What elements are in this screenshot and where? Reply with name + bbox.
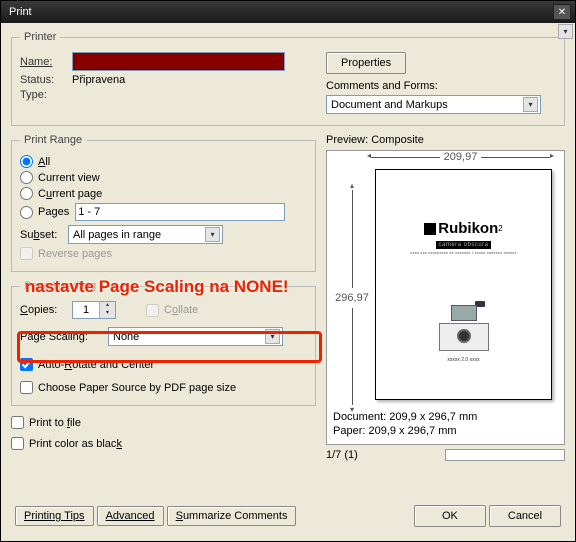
bottom-bar: Printing Tips Advanced Summarize Comment… bbox=[11, 499, 565, 533]
collate-check bbox=[146, 304, 159, 317]
printer-name-select[interactable]: ▾ bbox=[72, 52, 285, 71]
left-ruler: ▴ 296,97 ▾ bbox=[335, 181, 369, 414]
chevron-down-icon[interactable]: ▾ bbox=[558, 24, 573, 39]
copies-spinner[interactable]: ▴▾ bbox=[72, 301, 116, 319]
camera-illustration bbox=[439, 305, 489, 351]
paper-source-label: Choose Paper Source by PDF page size bbox=[38, 382, 236, 394]
brand-name: Rubikon bbox=[438, 220, 498, 237]
copies-input[interactable] bbox=[73, 302, 99, 318]
reverse-check bbox=[20, 247, 33, 260]
chevron-down-icon[interactable]: ▾ bbox=[523, 97, 538, 112]
printing-tips-button[interactable]: Printing Tips bbox=[15, 506, 94, 526]
print-to-file-label: Print to file bbox=[29, 417, 81, 429]
window-title: Print bbox=[5, 6, 553, 18]
print-black-label: Print color as black bbox=[29, 438, 122, 450]
preview-height: 296,97 bbox=[335, 288, 369, 308]
type-label: Type: bbox=[20, 89, 72, 101]
properties-button[interactable]: Properties bbox=[326, 52, 406, 74]
brand: Rubikon 2 camera obscura xxxx xxx xxxxxx… bbox=[410, 220, 516, 255]
page-counter: 1/7 (1) bbox=[326, 449, 358, 461]
summarize-button[interactable]: Summarize Comments bbox=[167, 506, 297, 526]
doc-info: Document: 209,9 x 296,7 mm bbox=[333, 410, 558, 424]
copies-label: Copies: bbox=[20, 304, 72, 316]
preview-box: ◂ 209,97 ▸ ▴ 296,97 ▾ bbox=[326, 150, 565, 445]
pages-label: Pages bbox=[38, 206, 69, 218]
preview-page: Rubikon 2 camera obscura xxxx xxx xxxxxx… bbox=[375, 169, 552, 400]
print-range-group: Print Range All Current view Current pag… bbox=[11, 134, 316, 272]
preview-label: Preview: Composite bbox=[326, 134, 565, 146]
chevron-up-icon[interactable]: ▴ bbox=[99, 302, 115, 310]
pages-input[interactable] bbox=[75, 203, 285, 221]
cancel-button[interactable]: Cancel bbox=[489, 505, 561, 527]
current-view-label: Current view bbox=[38, 172, 100, 184]
advanced-button[interactable]: Advanced bbox=[97, 506, 164, 526]
current-page-label: Current page bbox=[38, 188, 102, 200]
instruction-overlay: nastavte Page Scaling na NONE! bbox=[25, 277, 289, 297]
printer-legend: Printer bbox=[20, 31, 60, 43]
comments-select[interactable]: Document and Markups ▾ bbox=[326, 95, 541, 114]
radio-current-page[interactable] bbox=[20, 187, 33, 200]
chevron-down-icon[interactable]: ▾ bbox=[205, 227, 220, 242]
paper-source-check[interactable] bbox=[20, 381, 33, 394]
reverse-label: Reverse pages bbox=[38, 248, 112, 260]
radio-pages[interactable] bbox=[20, 206, 33, 219]
paper-info: Paper: 209,9 x 296,7 mm bbox=[333, 424, 558, 438]
titlebar[interactable]: Print ✕ bbox=[1, 1, 575, 23]
ok-button[interactable]: OK bbox=[414, 505, 486, 527]
print-dialog: Print ✕ nastavte Page Scaling na NONE! P… bbox=[0, 0, 576, 542]
page-slider[interactable] bbox=[445, 449, 565, 461]
cam-label: xxxxx 2.0 xxxx bbox=[447, 357, 479, 363]
comments-value: Document and Markups bbox=[331, 99, 448, 111]
range-legend: Print Range bbox=[20, 134, 86, 146]
status-value: Připravena bbox=[72, 74, 125, 86]
printer-group: Printer Name: ▾ Status: Připravena Type: bbox=[11, 31, 565, 126]
collate-label: Collate bbox=[164, 304, 198, 316]
comments-label: Comments and Forms: bbox=[326, 80, 438, 92]
all-label: All bbox=[38, 156, 50, 168]
logo-square-icon bbox=[424, 223, 436, 235]
highlight-box bbox=[17, 331, 322, 363]
subset-value: All pages in range bbox=[73, 229, 161, 241]
radio-current-view[interactable] bbox=[20, 171, 33, 184]
preview-width: 209,97 bbox=[440, 151, 482, 163]
dialog-body: nastavte Page Scaling na NONE! Printer N… bbox=[1, 23, 575, 541]
brand-sub: camera obscura bbox=[436, 241, 490, 249]
print-to-file-check[interactable] bbox=[11, 416, 24, 429]
subset-label: Subset: bbox=[20, 229, 68, 241]
chevron-down-icon[interactable]: ▾ bbox=[99, 310, 115, 318]
brand-sup: 2 bbox=[498, 224, 502, 233]
subset-select[interactable]: All pages in range ▾ bbox=[68, 225, 223, 244]
status-label: Status: bbox=[20, 74, 72, 86]
close-button[interactable]: ✕ bbox=[553, 4, 571, 20]
brand-small: xxxx xxx xxxxxxxxx xx xxxxxxx / xxxxx xx… bbox=[410, 250, 516, 255]
name-label: Name: bbox=[20, 56, 72, 68]
radio-all[interactable] bbox=[20, 155, 33, 168]
top-ruler: ◂ 209,97 ▸ bbox=[367, 151, 554, 163]
print-black-check[interactable] bbox=[11, 437, 24, 450]
